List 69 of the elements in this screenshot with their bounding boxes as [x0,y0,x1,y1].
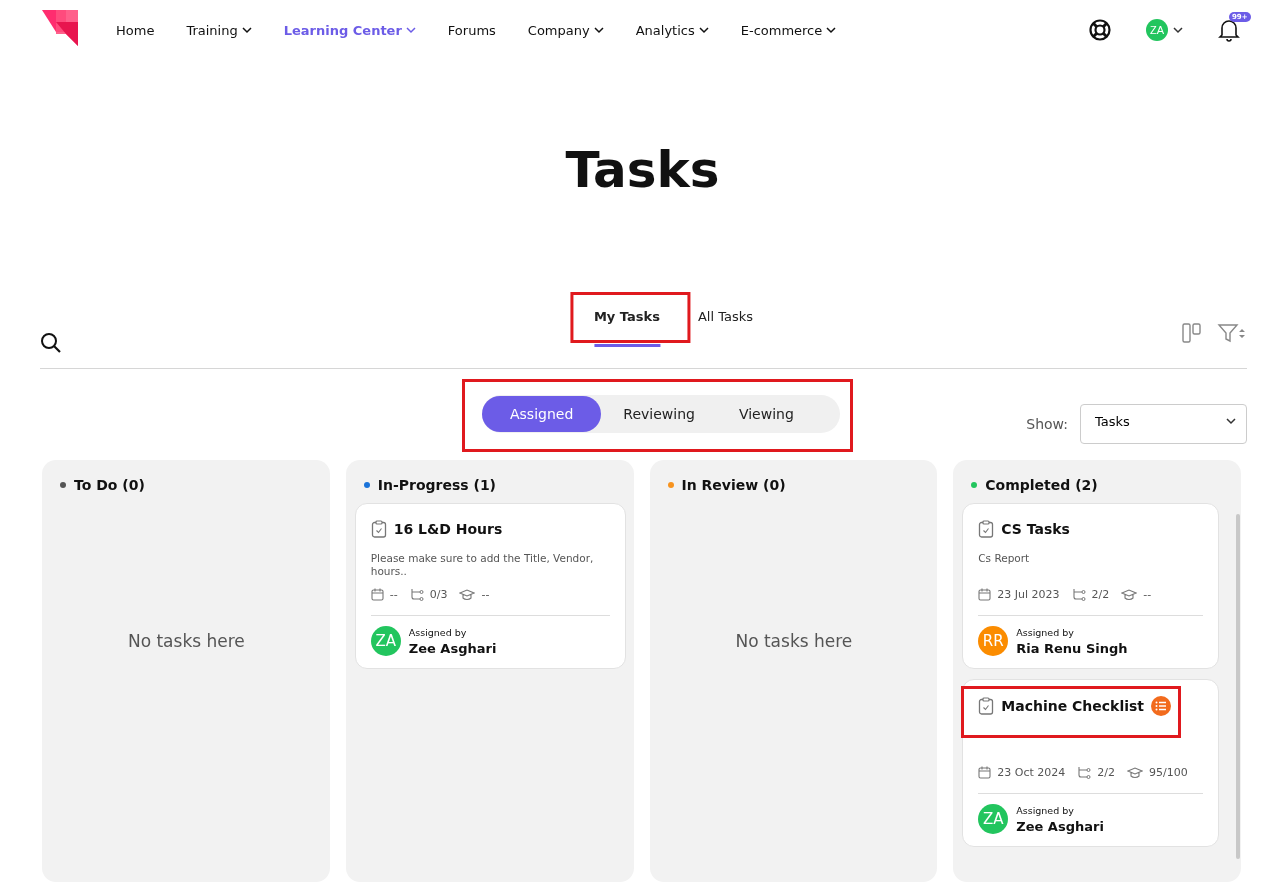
assigned-by-label: Assigned by [1016,626,1075,638]
chevron-down-icon[interactable] [1226,417,1236,425]
nav-link[interactable]: Home [116,22,155,38]
assigner-name: Zee Asghari [1016,818,1104,834]
calendar-icon [978,766,992,779]
subtasks-icon [409,588,424,601]
task-title: Machine Checklist [1001,698,1144,714]
graduation-cap-icon [1126,766,1143,779]
lifebuoy-icon[interactable] [1088,18,1112,42]
score: -- [481,588,490,601]
nav-link[interactable]: Forums [447,22,496,38]
assigner-name: Ria Renu Singh [1016,640,1128,656]
subtask-count: 0/3 [429,588,448,601]
avatar: ZA [978,804,1009,834]
score: -- [1143,588,1152,601]
board-view-icon[interactable] [1181,322,1203,344]
bell-icon[interactable] [1217,17,1241,43]
show-label: Show: [1026,416,1068,432]
chevron-down-icon[interactable] [1173,26,1183,34]
column-title: To Do (0) [74,477,145,493]
filter-icon[interactable] [1217,322,1247,344]
assigner-name: Zee Asghari [408,640,497,656]
task-description: Please make sure to add the Title, Vendor, hours.. [370,552,594,578]
column-title: In-Progress (1) [377,477,497,493]
subtasks-icon [1077,766,1092,779]
due-date: 23 Oct 2024 [997,766,1066,779]
search-icon[interactable] [40,332,62,354]
nav-link[interactable]: Analytics [635,22,709,38]
column-title: In Review (0) [681,477,786,493]
nav-link[interactable]: Company [527,22,604,38]
nav-link[interactable]: Learning Center [283,22,416,38]
due-date: 23 Jul 2023 [997,588,1060,601]
assigned-by-label: Assigned by [1016,804,1075,816]
subtasks-icon [1071,588,1086,601]
tab[interactable]: All Tasks [697,295,754,347]
nav-link[interactable]: Training [186,22,252,38]
task-title: 16 L&D Hours [393,521,503,537]
segment-button[interactable]: Viewing [716,396,816,432]
assigned-by-label: Assigned by [408,626,468,638]
task-title: CS Tasks [1001,521,1070,537]
nav-link[interactable]: E-commerce [740,22,837,38]
chevron-down-icon[interactable] [826,26,837,34]
graduation-cap-icon [1121,588,1138,601]
segment-button[interactable]: Assigned [482,396,602,432]
empty-message: No tasks here [735,631,853,653]
clipboard-icon [370,520,387,538]
avatar: RR [978,626,1009,656]
calendar-icon [978,588,992,601]
page-title: Tasks [564,140,721,201]
show-dropdown[interactable]: Tasks [1080,404,1247,444]
chevron-down-icon[interactable] [593,26,604,34]
score: 95/100 [1148,766,1188,779]
clipboard-icon [978,697,995,715]
subtask-count: 2/2 [1091,588,1110,601]
tab[interactable]: My Tasks [593,295,660,347]
chevron-down-icon[interactable] [241,26,252,34]
subtask-count: 2/2 [1097,766,1115,779]
scrollbar[interactable] [1236,514,1240,859]
segment-button[interactable]: Reviewing [601,396,717,432]
column-title: Completed (2) [985,477,1098,493]
clipboard-icon [978,520,995,538]
calendar-icon [370,588,384,601]
logo-icon[interactable] [42,10,80,48]
due-date: -- [389,588,398,601]
avatar: ZA [370,626,401,656]
graduation-cap-icon [459,588,476,601]
empty-message: No tasks here [127,631,245,653]
task-description: Cs Report [978,552,1030,564]
chevron-down-icon[interactable] [698,26,709,34]
